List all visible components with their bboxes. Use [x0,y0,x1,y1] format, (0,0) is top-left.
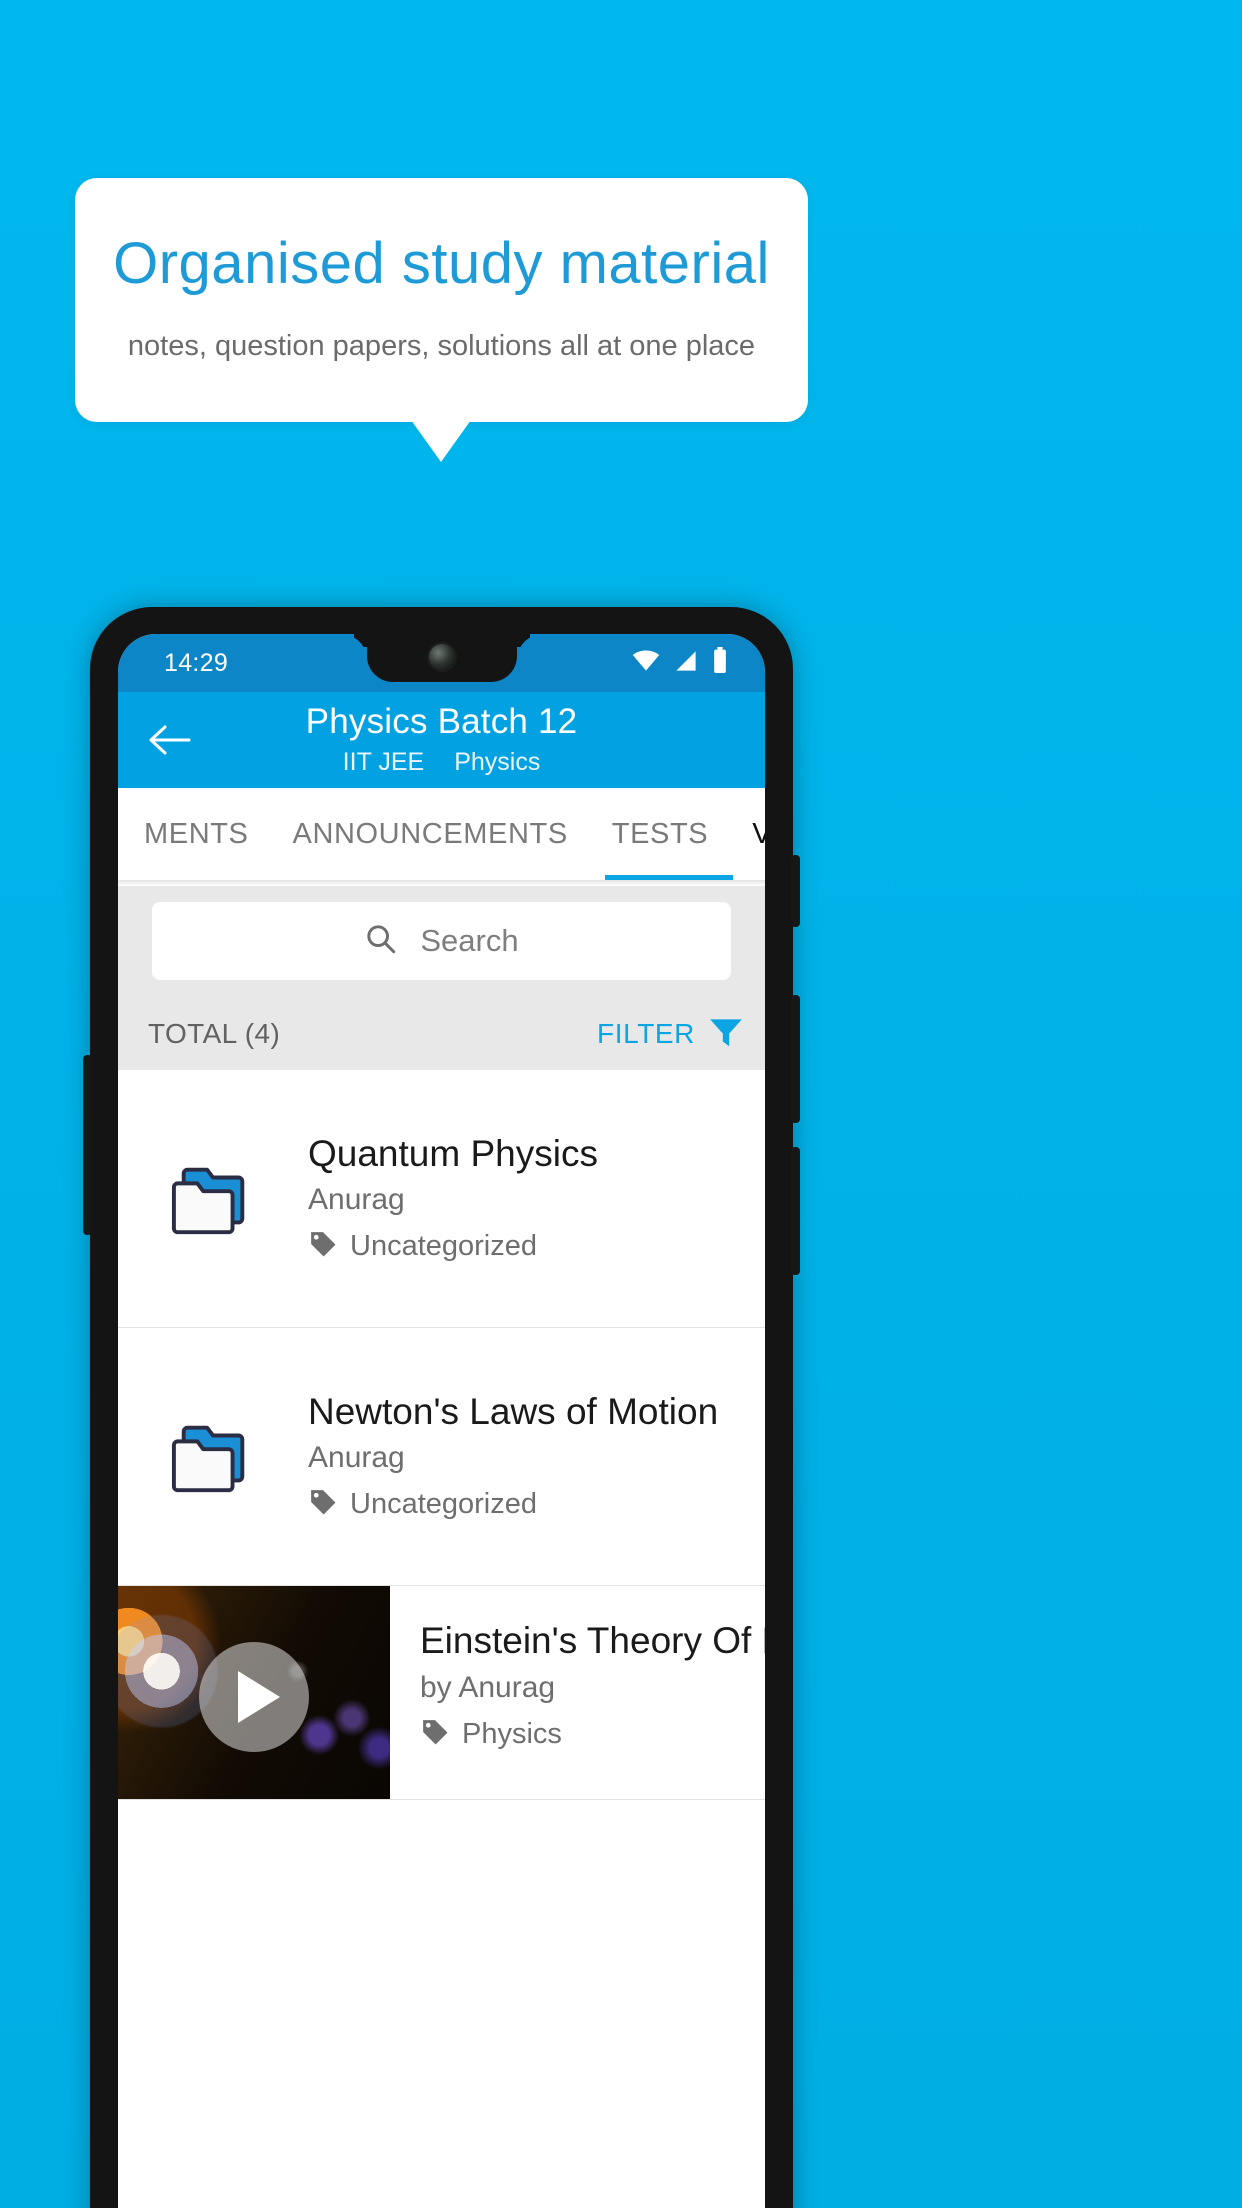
phone-screen: 14:29 Physics Batch 12 IIT JEE Physics M… [118,634,765,2208]
search-zone: Search [118,886,765,998]
tag-icon [420,1717,450,1752]
list-item-author: Anurag [308,1183,405,1217]
search-placeholder: Search [420,923,519,958]
list-item-tag: Physics [420,1717,765,1752]
list-item[interactable]: Newton's Laws of Motion Anurag Uncategor… [118,1328,765,1586]
list-item[interactable]: Quantum Physics Anurag Uncategorized [118,1070,765,1328]
promo-title: Organised study material [113,231,770,296]
signal-icon [673,649,699,680]
phone-left-button[interactable] [83,1055,92,1235]
subtitle-subject: Physics [454,748,541,776]
list-item-body: Newton's Laws of Motion Anurag Uncategor… [308,1391,745,1522]
filter-button[interactable]: FILTER [597,1013,749,1056]
app-bar: Physics Batch 12 IIT JEE Physics [118,692,765,788]
list-item-tag: Uncategorized [308,1487,729,1522]
search-input[interactable]: Search [152,902,731,980]
list-item-body: Einstein's Theory Of Relativity by Anura… [390,1586,765,1799]
filter-funnel-icon [707,1013,745,1056]
list-item-tag: Uncategorized [308,1229,729,1264]
tab-ments[interactable]: MENTS [118,788,271,880]
list-item-tag-text: Physics [462,1718,562,1750]
phone-device: 14:29 Physics Batch 12 IIT JEE Physics M… [83,607,800,2208]
folder-icon [118,1161,308,1237]
front-camera-icon [428,644,455,670]
page-title: Physics Batch 12 [305,702,578,741]
status-bar: 14:29 [118,634,765,692]
list-item-author: Anurag [308,1441,405,1475]
battery-icon [711,646,729,680]
promo-bubble-tail [411,420,471,462]
tag-icon [308,1229,338,1264]
wifi-icon [631,649,661,680]
search-icon [364,922,398,961]
list-item-title: Einstein's Theory Of Relativity [420,1620,765,1661]
play-icon[interactable] [199,1641,309,1752]
tab-announcements[interactable]: ANNOUNCEMENTS [271,788,590,880]
list-toolbar: TOTAL (4) FILTER [118,998,765,1070]
play-triangle [238,1670,280,1723]
folder-icon [118,1419,308,1495]
status-icons [631,646,737,680]
content-list: Quantum Physics Anurag Uncategorized New… [118,1070,765,1800]
phone-volume-up-button[interactable] [791,995,800,1123]
promo-bubble: Organised study material notes, question… [75,178,808,422]
total-count-label: TOTAL (4) [148,1018,281,1049]
subtitle-exam: IIT JEE [342,748,425,776]
list-item-author: by Anurag [420,1671,556,1704]
tab-videos[interactable]: VIDEOS [730,788,765,880]
promo-subtitle: notes, question papers, solutions all at… [127,330,756,362]
list-item[interactable]: Einstein's Theory Of Relativity by Anura… [118,1586,765,1800]
status-time: 14:29 [164,648,229,677]
tab-active-indicator [605,875,733,880]
list-item-tag-text: Uncategorized [350,1488,537,1521]
list-item-title: Quantum Physics [308,1132,598,1174]
phone-power-button[interactable] [791,855,800,927]
list-item-title: Newton's Laws of Motion [308,1390,719,1432]
page-subtitle: IIT JEE Physics [118,748,765,777]
list-item-body: Quantum Physics Anurag Uncategorized [308,1133,745,1264]
tab-bar: MENTS ANNOUNCEMENTS TESTS VIDEOS [118,788,765,880]
tab-tests[interactable]: TESTS [590,788,730,880]
filter-label: FILTER [597,1018,695,1049]
video-thumbnail[interactable] [118,1586,390,1799]
phone-volume-down-button[interactable] [791,1147,800,1275]
tag-icon [308,1487,338,1522]
list-item-tag-text: Uncategorized [350,1230,537,1263]
